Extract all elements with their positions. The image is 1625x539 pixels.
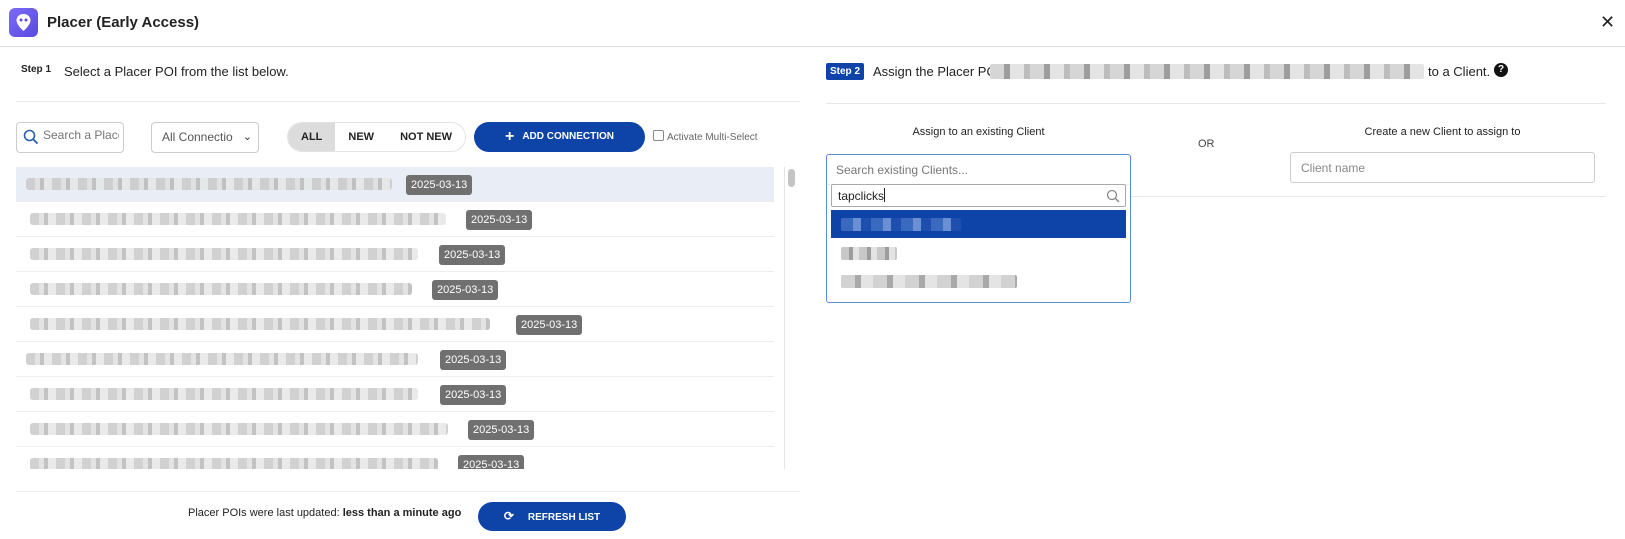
poi-date-badge: 2025-03-13 [440,385,507,405]
poi-date-badge: 2025-03-13 [516,315,583,335]
client-option[interactable] [831,210,1126,238]
poi-name-redacted [30,388,418,400]
poi-date-badge: 2025-03-13 [466,210,533,230]
last-updated-prefix: Placer POIs were last updated: [188,507,340,519]
add-connection-label: ADD CONNECTION [522,131,614,142]
poi-row[interactable]: 2025-03-13 [16,412,774,447]
step2-instruction-tail: to a Client. [1428,64,1491,79]
poi-name-redacted [30,248,418,260]
scrollbar-thumb[interactable] [788,169,795,187]
poi-date-badge: 2025-03-13 [468,420,535,440]
poi-row[interactable]: 2025-03-13 [16,342,774,377]
poi-list-scrollbar[interactable] [784,167,796,469]
poi-list: 2025-03-13 2025-03-13 2025-03-13 2025-03… [16,167,774,469]
search-icon [23,129,39,145]
chevron-down-icon: ⌄ [242,131,252,143]
poi-row[interactable]: 2025-03-13 [16,307,774,342]
connection-select[interactable]: All Connectio ⌄ [151,122,259,153]
poi-row[interactable]: 2025-03-13 [16,237,774,272]
multi-select-toggle[interactable]: Activate Multi-Select [653,130,758,143]
poi-row[interactable]: 2025-03-13 [16,272,774,307]
placer-logo-icon [9,8,38,37]
poi-name-redacted [30,458,438,469]
refresh-list-button[interactable]: ⟳ REFRESH LIST [478,502,626,531]
poi-name-redacted [30,283,412,295]
client-option[interactable] [831,267,1126,295]
divider [826,103,1606,104]
connection-select-value: All Connectio [162,130,233,144]
refresh-icon: ⟳ [503,509,514,523]
filter-new-button[interactable]: NEW [335,123,388,151]
poi-search-field[interactable] [16,122,124,153]
poi-search-input[interactable] [43,128,119,142]
client-name-input[interactable]: Client name [1290,152,1595,183]
app-title: Placer (Early Access) [47,14,200,31]
divider [16,101,800,102]
step2-instruction: Assign the Placer POI [873,64,1001,79]
filter-all-button[interactable]: ALL [288,123,336,151]
filter-not-new-button[interactable]: NOT NEW [387,123,466,151]
selected-poi-redacted [990,64,1424,79]
poi-date-badge: 2025-03-13 [432,280,499,300]
poi-name-redacted [30,423,448,435]
create-new-label: Create a new Client to assign to [1364,126,1521,138]
poi-row[interactable]: 2025-03-13 [16,377,774,412]
poi-row[interactable]: 2025-03-13 [16,167,774,202]
client-search-input[interactable]: tapclicks [831,184,1126,207]
last-updated-text: Placer POIs were last updated: less than… [188,507,461,519]
multi-select-checkbox[interactable] [653,130,664,141]
step1-instruction: Select a Placer POI from the list below. [64,64,289,79]
poi-name-redacted [30,213,446,225]
existing-client-select[interactable]: Search existing Clients... [827,155,1130,185]
poi-date-badge: 2025-03-13 [458,455,525,469]
client-option[interactable] [831,239,1126,267]
poi-date-badge: 2025-03-13 [440,350,507,370]
close-icon[interactable]: ✕ [1600,12,1615,32]
poi-date-badge: 2025-03-13 [406,175,473,195]
client-option-redacted [841,218,961,231]
search-icon [1106,189,1120,203]
client-option-redacted [841,247,897,260]
divider [16,491,800,492]
client-option-redacted [841,275,1017,288]
filter-toggle-group: ALL NEW NOT NEW [287,122,467,152]
refresh-list-label: REFRESH LIST [527,512,601,523]
step1-tag: Step 1 [21,64,52,75]
last-updated-value: less than a minute ago [342,507,462,519]
or-label: OR [1198,138,1215,150]
assign-existing-label: Assign to an existing Client [912,126,1045,138]
add-connection-button[interactable]: + ADD CONNECTION [474,122,645,152]
plus-icon: + [504,128,515,145]
poi-date-badge: 2025-03-13 [439,245,506,265]
existing-client-dropdown[interactable]: Search existing Clients... tapclicks [826,154,1131,303]
poi-row[interactable]: 2025-03-13 [16,202,774,237]
poi-name-redacted [26,178,392,190]
step2-tag: Step 2 [826,63,865,80]
poi-name-redacted [30,318,490,330]
multi-select-label: Activate Multi-Select [667,132,758,143]
help-icon[interactable]: ? [1494,63,1508,77]
poi-name-redacted [26,353,418,365]
client-search-value: tapclicks [838,189,885,203]
modal-header: Placer (Early Access) ✕ [0,0,1625,47]
poi-row[interactable]: 2025-03-13 [16,447,774,469]
